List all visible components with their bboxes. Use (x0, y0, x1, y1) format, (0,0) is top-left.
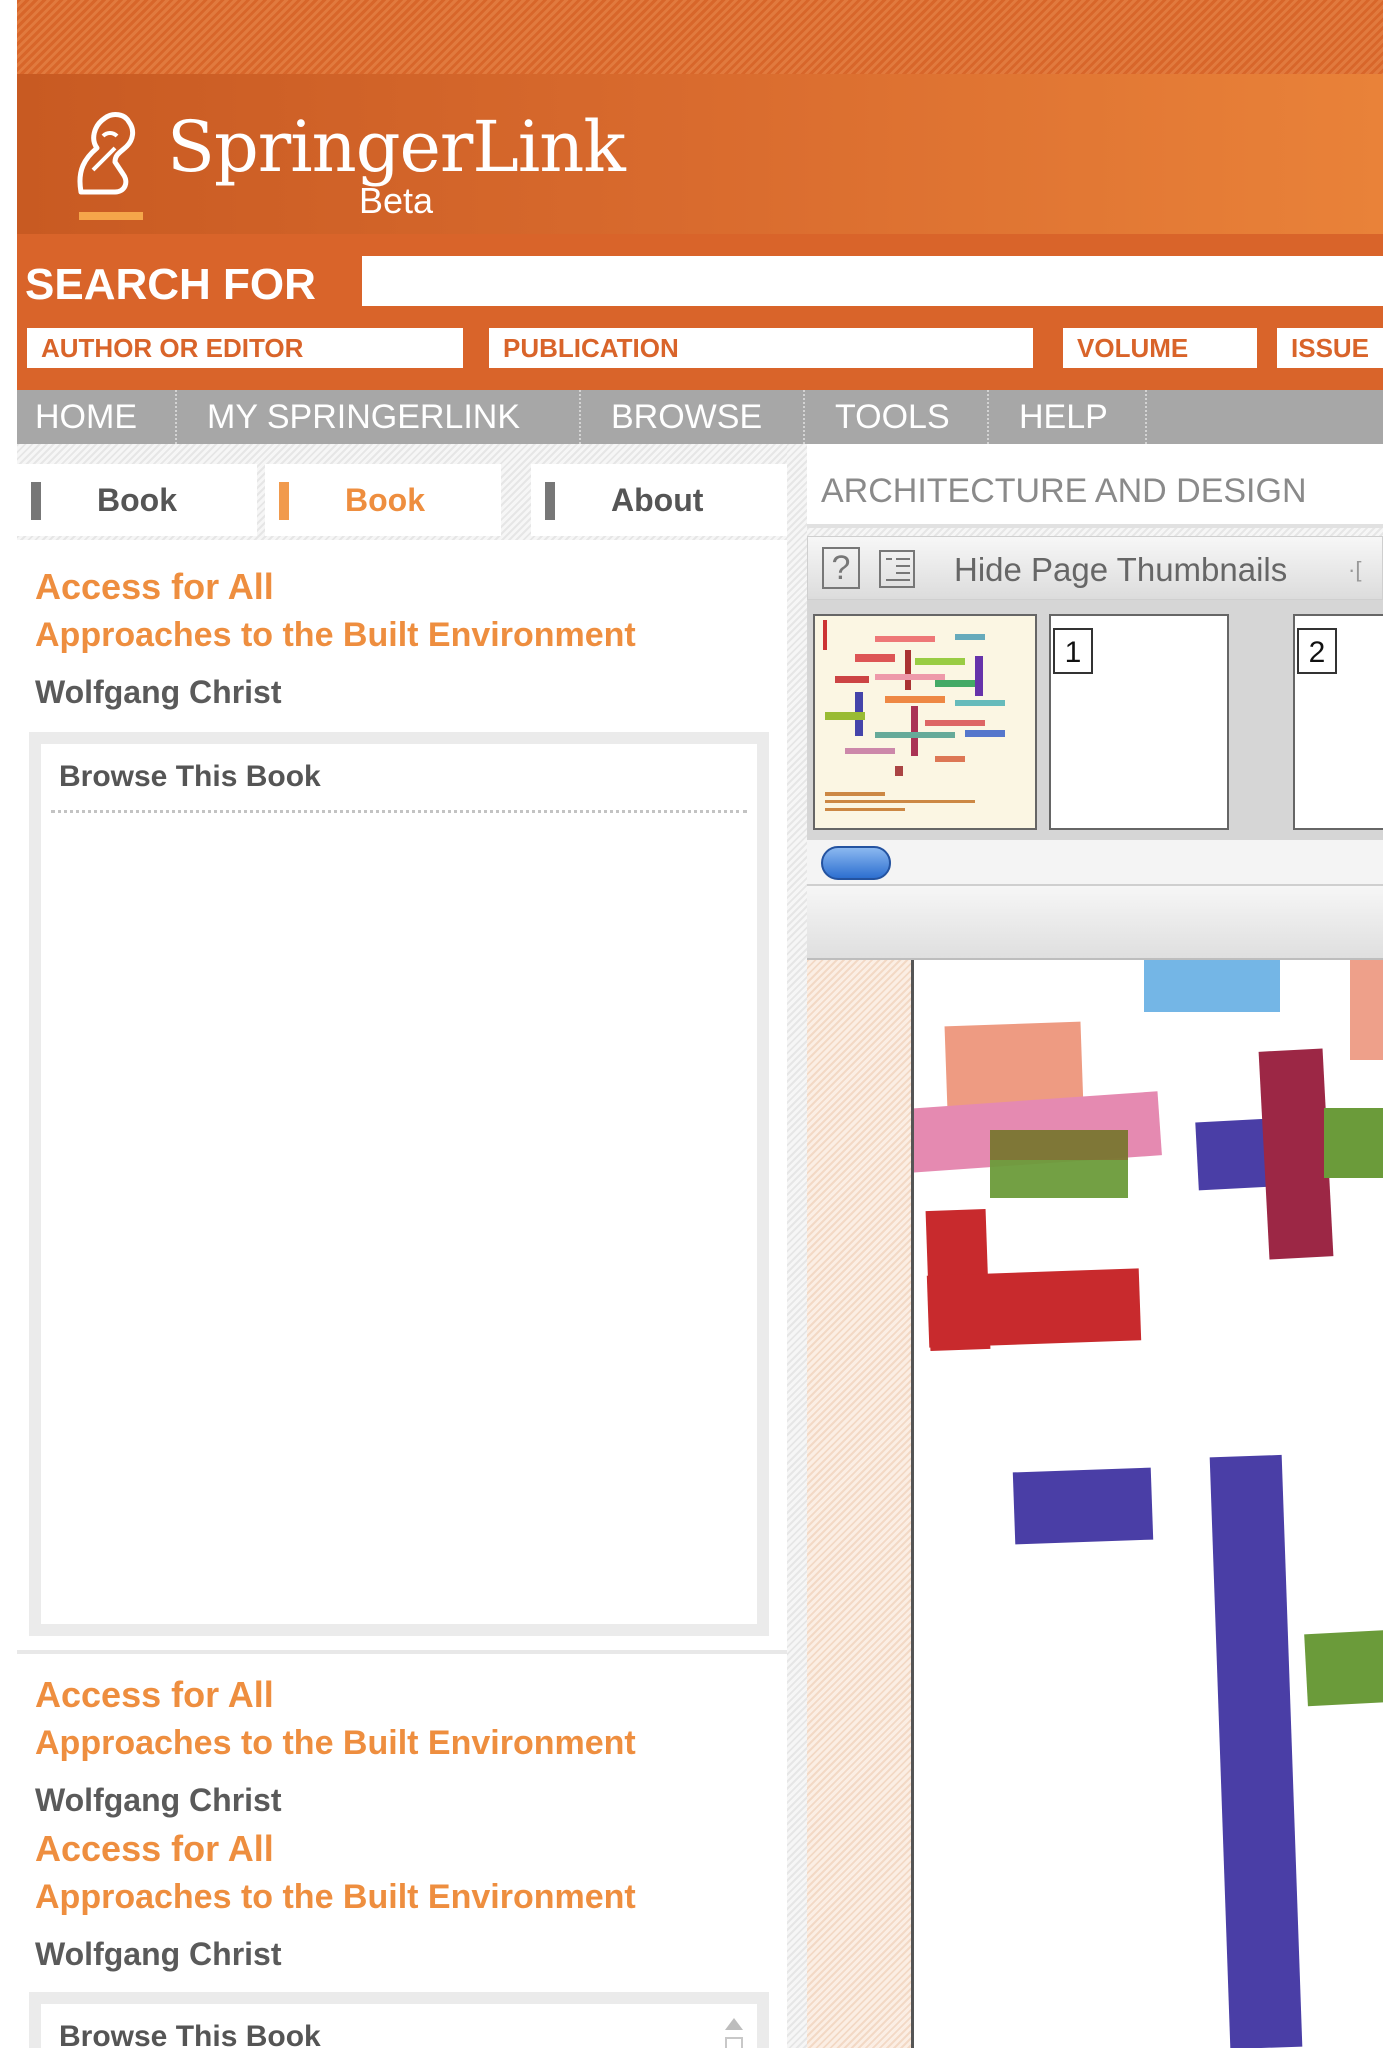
brand-badge: Beta (359, 180, 434, 221)
book-subtitle-link[interactable]: Approaches to the Built Environment (35, 1878, 636, 1917)
viewer-margin (807, 960, 911, 2048)
scroll-up-arrow-icon[interactable] (723, 2014, 745, 2048)
thumbnail-cover[interactable] (813, 614, 1037, 830)
viewer-scrollbar[interactable] (807, 886, 1383, 960)
tab-book-1[interactable]: Book (17, 464, 257, 536)
thumbnail-page-number: 2 (1297, 628, 1337, 674)
browse-book-box: Browse This Book (29, 732, 769, 1636)
thumbnail-page-number: 1 (1053, 628, 1093, 674)
page-viewer (807, 960, 1383, 2048)
category-separator (807, 528, 1383, 536)
issue-field[interactable]: ISSUE (1277, 328, 1383, 368)
browse-book-box: Browse This Book (29, 1992, 769, 2048)
book-subtitle-link[interactable]: Approaches to the Built Environment (35, 616, 636, 655)
left-panel: Book Book About Access for All Approache… (17, 444, 787, 2048)
book-title-link[interactable]: Access for All (35, 1828, 274, 1870)
publication-field[interactable]: PUBLICATION (489, 328, 1033, 368)
thumbnail-page-2[interactable]: 2 (1293, 614, 1383, 830)
search-label: SEARCH FOR (25, 260, 316, 309)
hide-thumbnails-button[interactable]: Hide Page Thumbnails (954, 551, 1287, 589)
left-tab-strip: Book Book About (17, 444, 787, 540)
thumbnail-slider (807, 840, 1383, 886)
panel-splitter[interactable] (787, 444, 807, 2048)
tab-label: Book (97, 482, 177, 518)
thumbnail-strip: 1 2 (807, 600, 1383, 840)
browse-book-content[interactable]: Browse This Book (41, 744, 757, 1624)
thumbnail-page-1[interactable]: 1 (1049, 614, 1229, 830)
page-list-icon[interactable] (878, 549, 916, 589)
springer-horse-logo-icon (77, 112, 136, 195)
book-title-link[interactable]: Access for All (35, 566, 274, 608)
nav-home[interactable]: HOME (17, 390, 177, 444)
author-editor-field[interactable]: AUTHOR OR EDITOR (27, 328, 463, 368)
tab-label: About (611, 482, 704, 518)
main-nav: HOME MY SPRINGERLINK BROWSE TOOLS HELP (17, 390, 1383, 444)
cover-thumbnail-image (815, 616, 1035, 828)
book-author: Wolfgang Christ (35, 1782, 282, 1818)
help-icon[interactable]: ? (822, 547, 860, 589)
header-stripe (17, 0, 1383, 74)
thumbnail-slider-handle[interactable] (821, 846, 891, 880)
left-section-divider (17, 1650, 787, 1654)
browse-book-heading: Browse This Book (59, 2020, 321, 2048)
nav-help[interactable]: HELP (989, 390, 1147, 444)
category-header: ARCHITECTURE AND DESIGN (807, 444, 1383, 528)
tab-marker (31, 482, 41, 520)
toolbar-overflow[interactable]: ·[ (1348, 557, 1361, 583)
tab-marker (279, 482, 289, 520)
cover-artwork (914, 960, 1383, 2048)
cover-page-view[interactable] (911, 960, 1383, 2048)
springerlink-logo[interactable]: SpringerLink Beta (49, 102, 626, 221)
browse-divider (51, 810, 747, 813)
nav-browse[interactable]: BROWSE (581, 390, 805, 444)
tab-marker (545, 482, 555, 520)
tab-book-2[interactable]: Book (265, 464, 501, 536)
category-title: ARCHITECTURE AND DESIGN (821, 472, 1307, 510)
tab-about[interactable]: About (531, 464, 787, 536)
viewer-toolbar: ? Hide Page Thumbnails ·[ (807, 536, 1383, 600)
book-author: Wolfgang Christ (35, 1936, 282, 1972)
search-bar: SEARCH FOR AUTHOR OR EDITOR PUBLICATION … (17, 234, 1383, 390)
volume-field[interactable]: VOLUME (1063, 328, 1257, 368)
nav-my-springerlink[interactable]: MY SPRINGERLINK (177, 390, 581, 444)
brand-name: SpringerLink (167, 106, 626, 188)
book-subtitle-link[interactable]: Approaches to the Built Environment (35, 1724, 636, 1763)
right-panel: ARCHITECTURE AND DESIGN ? Hide Page Thum… (807, 444, 1383, 2048)
nav-tools[interactable]: TOOLS (805, 390, 989, 444)
tab-label: Book (345, 482, 425, 518)
book-title-link[interactable]: Access for All (35, 1674, 274, 1716)
book-author: Wolfgang Christ (35, 674, 282, 710)
brand-bar: SpringerLink Beta (17, 74, 1383, 234)
search-input[interactable] (362, 256, 1383, 306)
browse-book-heading: Browse This Book (59, 760, 321, 793)
logo-underline (79, 212, 143, 220)
springerlink-page: SpringerLink Beta SEARCH FOR AUTHOR OR E… (17, 0, 1383, 2048)
browse-book-content[interactable]: Browse This Book (41, 2004, 757, 2048)
